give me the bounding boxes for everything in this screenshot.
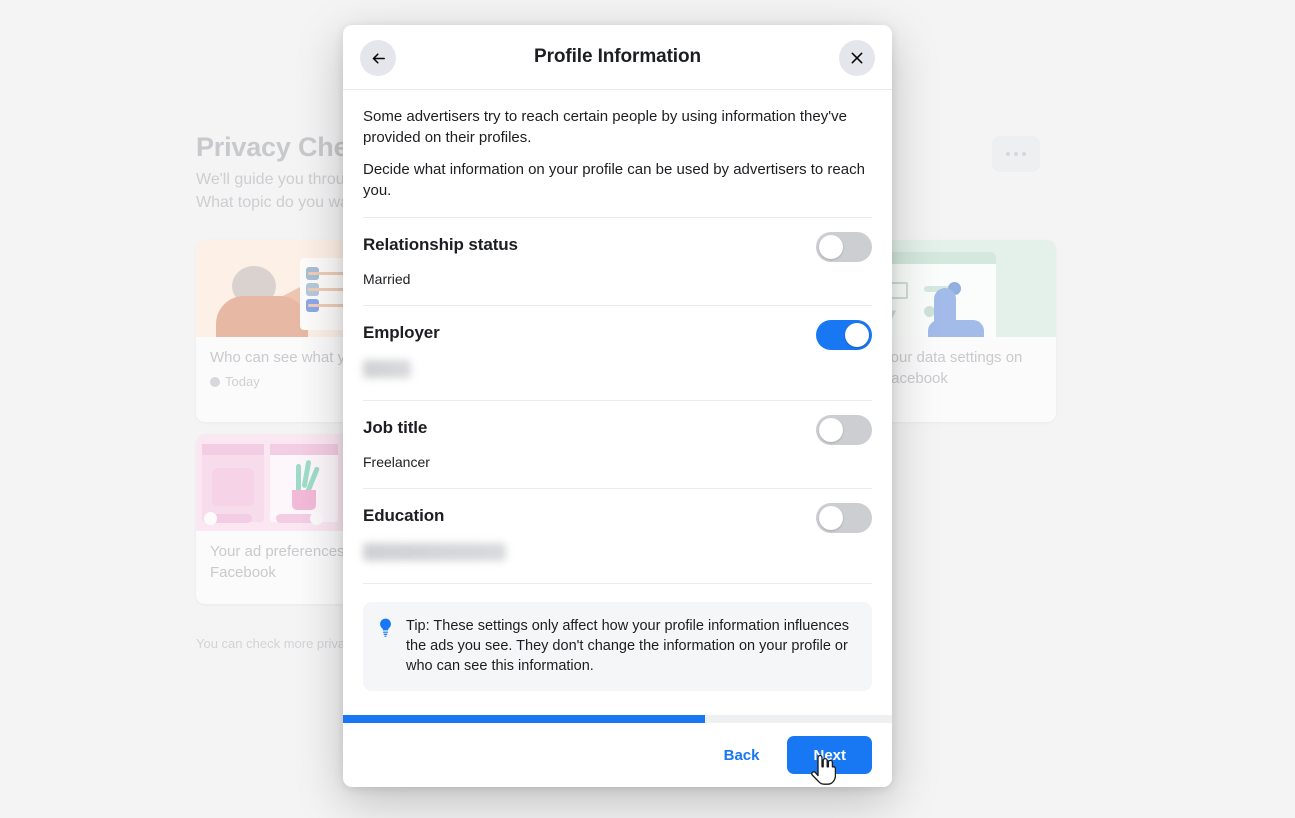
setting-value: Freelancer — [363, 454, 430, 470]
progress-bar — [343, 715, 892, 723]
dialog-title: Profile Information — [534, 46, 701, 67]
intro-paragraph-1: Some advertisers try to reach certain pe… — [363, 108, 847, 146]
cupcake-icon — [212, 468, 254, 506]
plant-pot-shape — [292, 490, 316, 510]
card-title: Your data settings on Facebook — [882, 349, 1023, 387]
progress-bar-fill — [343, 715, 706, 723]
toggle-job-title[interactable] — [816, 415, 872, 445]
browser-titlebar-shape — [878, 252, 996, 264]
toggle-knob — [819, 506, 843, 530]
profile-information-dialog: Profile Information Some advertisers try… — [343, 25, 892, 787]
setting-row-relationship-status: Relationship status Married — [363, 218, 872, 306]
setting-row-job-title: Job title Freelancer — [363, 401, 872, 489]
intro-text-block: Some advertisers try to reach certain pe… — [363, 90, 872, 218]
pointing-finger-shape — [934, 288, 956, 337]
tip-text: Tip: These settings only affect how your… — [406, 618, 850, 674]
mini-toggle-knob — [310, 512, 323, 525]
topic-card-data-settings[interactable]: Your data settings on Facebook — [868, 240, 1056, 422]
person-body-shape — [216, 296, 308, 337]
card-caption: Your data settings on Facebook — [868, 337, 1056, 401]
toggle-knob — [819, 418, 843, 442]
lightbulb-icon — [377, 618, 394, 642]
setting-label: Employer — [363, 323, 440, 342]
dot — [1006, 152, 1010, 156]
card-status-label: Today — [225, 374, 260, 389]
arrow-left-icon — [370, 50, 387, 67]
next-button[interactable]: Next — [787, 736, 872, 774]
check-circle-icon — [210, 376, 220, 387]
setting-value-redacted — [363, 543, 506, 561]
toggle-knob — [845, 323, 869, 347]
toggle-relationship-status[interactable] — [816, 232, 872, 262]
back-button[interactable] — [360, 40, 396, 76]
setting-row-employer: Employer — [363, 306, 872, 401]
setting-row-education: Education — [363, 489, 872, 584]
setting-label: Job title — [363, 418, 428, 437]
card-illustration — [868, 240, 1056, 337]
mini-toggle-knob — [204, 512, 217, 525]
toggle-employer[interactable] — [816, 320, 872, 350]
setting-label: Relationship status — [363, 235, 518, 254]
setting-value-redacted — [363, 360, 411, 378]
ad-tile-header — [202, 444, 264, 455]
dialog-header: Profile Information — [343, 25, 892, 90]
ad-tile-header — [270, 444, 338, 455]
plant-leaf-shape — [296, 464, 301, 492]
tip-banner: Tip: These settings only affect how your… — [363, 602, 872, 691]
dialog-footer: Back Next — [343, 723, 892, 787]
close-icon — [849, 50, 865, 66]
dot — [1022, 152, 1026, 156]
toggle-knob — [819, 235, 843, 259]
toggle-education[interactable] — [816, 503, 872, 533]
dialog-body: Some advertisers try to reach certain pe… — [343, 90, 892, 715]
back-link-button[interactable]: Back — [714, 741, 770, 770]
more-options-icon[interactable] — [992, 136, 1040, 172]
intro-paragraph-2: Decide what information on your profile … — [363, 161, 865, 199]
dot — [1014, 152, 1018, 156]
setting-value: Married — [363, 271, 411, 287]
setting-label: Education — [363, 506, 445, 525]
close-button[interactable] — [839, 40, 875, 76]
